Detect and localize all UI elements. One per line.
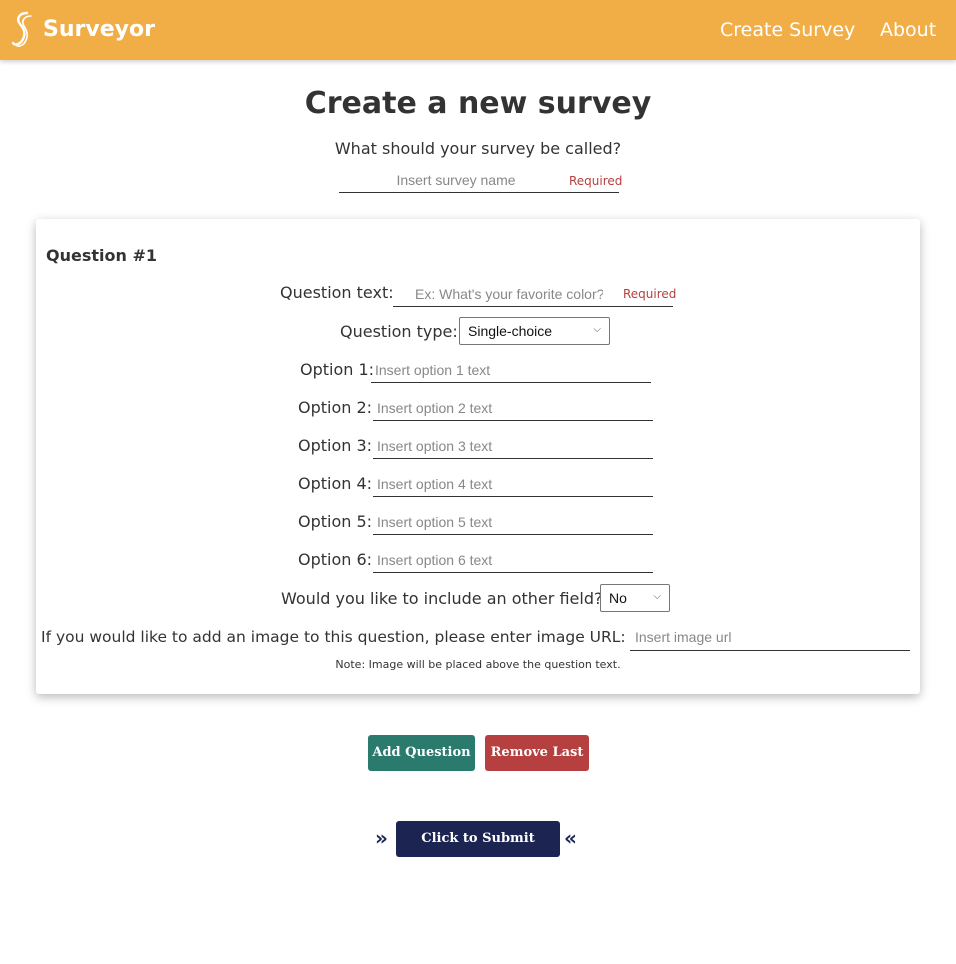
submit-survey-button[interactable]: Click to Submit Survey xyxy=(396,821,560,882)
question-heading: Question #1 xyxy=(46,246,157,265)
nav-about[interactable]: About xyxy=(880,16,936,44)
option-6-label: Option 6: xyxy=(298,550,373,569)
question-type-label: Question type: xyxy=(340,322,458,341)
option-2-label: Option 2: xyxy=(298,398,373,417)
question-type-value: Single-choice xyxy=(468,323,553,339)
chevron-down-icon: ⌵ xyxy=(653,591,661,602)
other-field-value: No xyxy=(609,590,627,606)
option-1-input[interactable] xyxy=(371,357,651,383)
image-url-label: If you would like to add an image to thi… xyxy=(41,628,626,646)
top-navbar: Surveyor Create Survey About xyxy=(0,0,956,60)
page-title: Create a new survey xyxy=(304,86,652,121)
brand-name[interactable]: Surveyor xyxy=(43,15,155,45)
option-5-label: Option 5: xyxy=(298,512,373,531)
option-3-label: Option 3: xyxy=(298,436,373,455)
image-url-input[interactable] xyxy=(630,624,910,651)
double-chevron-right-icon: » xyxy=(375,826,388,850)
add-question-button[interactable]: Add Question xyxy=(368,735,475,771)
option-2-input[interactable] xyxy=(373,395,653,421)
option-4-input[interactable] xyxy=(373,471,653,497)
nav-create-survey[interactable]: Create Survey xyxy=(720,16,855,44)
chevron-down-icon: ⌵ xyxy=(593,324,601,335)
survey-name-required-hint: Required xyxy=(569,174,623,188)
option-4-label: Option 4: xyxy=(298,474,373,493)
option-1-label: Option 1: xyxy=(300,360,375,379)
option-3-input[interactable] xyxy=(373,433,653,459)
option-5-input[interactable] xyxy=(373,509,653,535)
s-scroll-icon[interactable] xyxy=(10,11,34,49)
survey-name-prompt: What should your survey be called? xyxy=(334,139,622,158)
other-field-select[interactable]: No ⌵ xyxy=(600,584,670,612)
question-text-required-hint: Required xyxy=(623,287,677,301)
option-6-input[interactable] xyxy=(373,547,653,573)
question-type-select[interactable]: Single-choice ⌵ xyxy=(459,317,610,345)
other-field-label: Would you like to include an other field… xyxy=(281,589,603,608)
double-chevron-left-icon: « xyxy=(564,826,577,850)
remove-last-button[interactable]: Remove Last xyxy=(485,735,589,771)
question-card: Question #1 Question text: Required Ques… xyxy=(36,219,920,694)
question-text-label: Question text: xyxy=(280,283,394,302)
image-note: Note: Image will be placed above the que… xyxy=(335,658,621,671)
